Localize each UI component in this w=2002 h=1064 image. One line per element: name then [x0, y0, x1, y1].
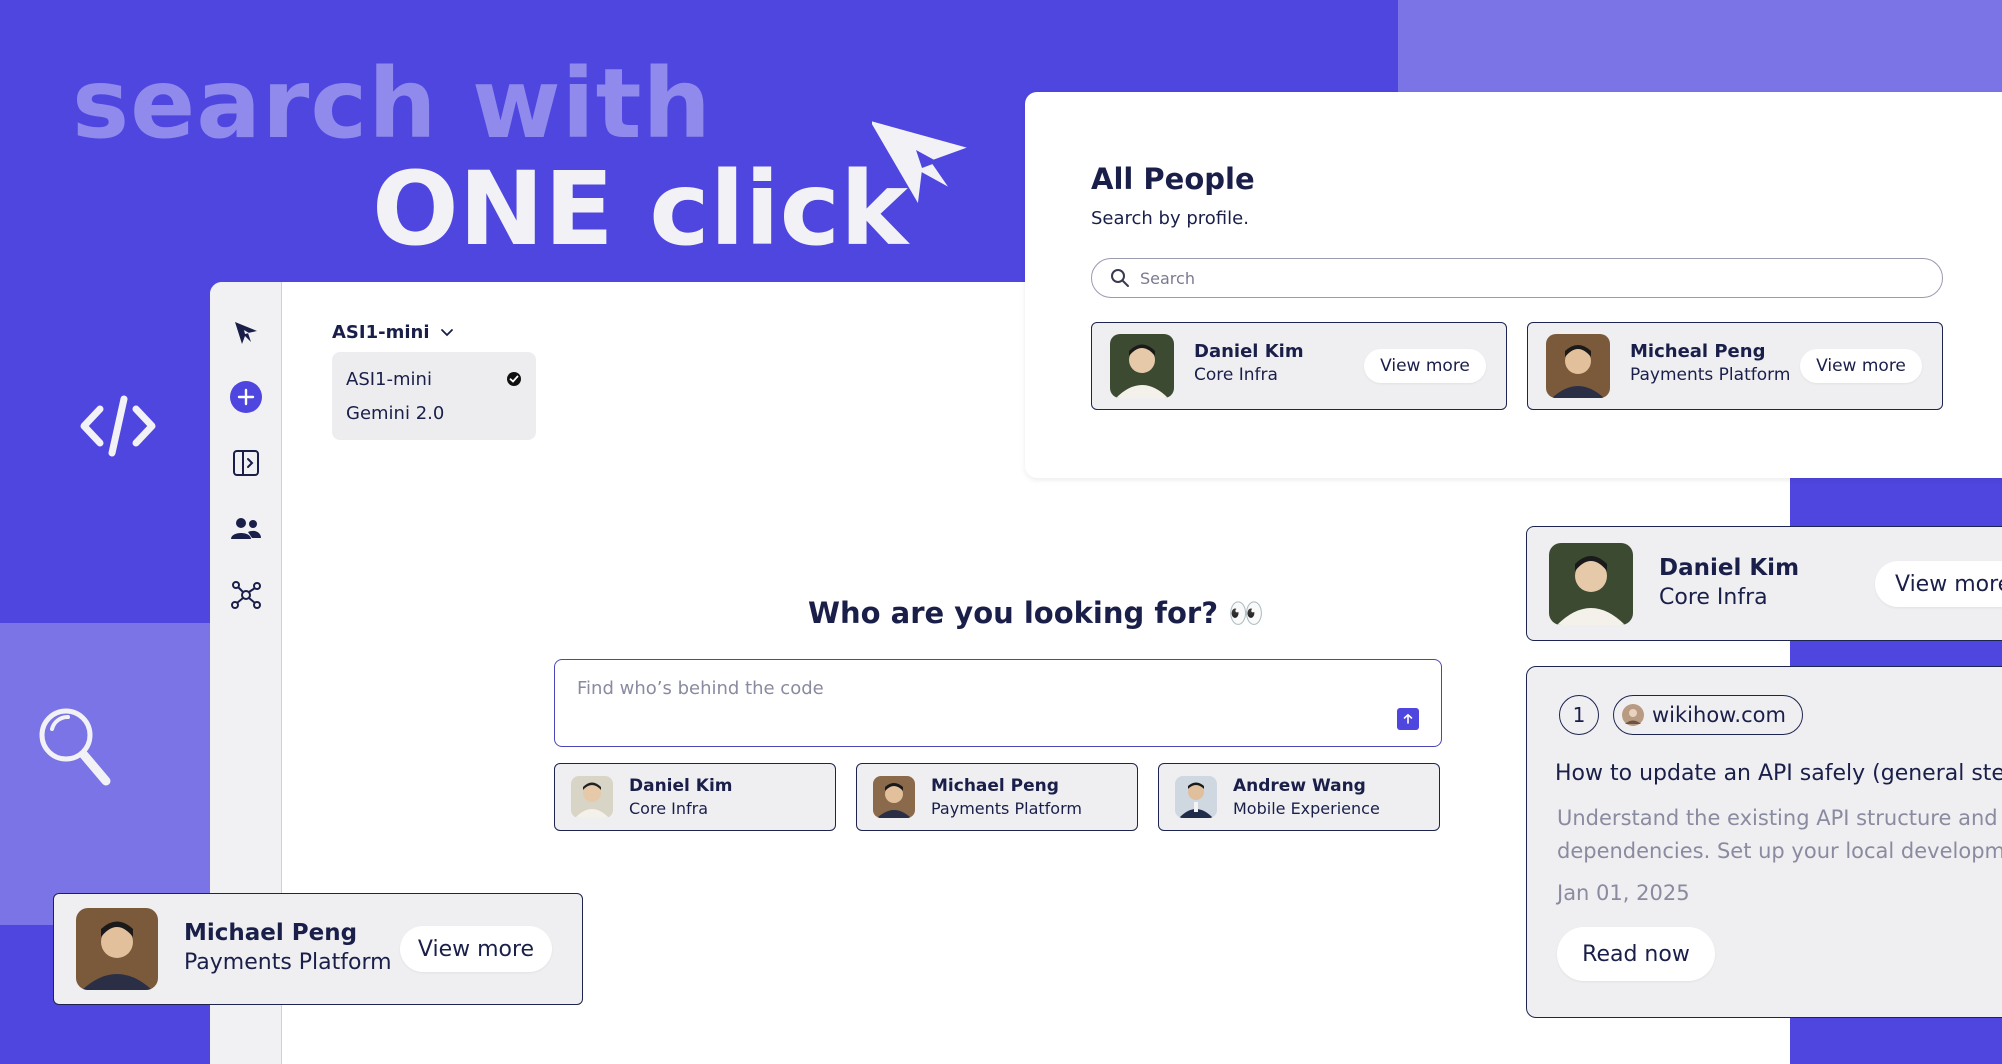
- person-name: Daniel Kim: [1659, 555, 1800, 581]
- result-title[interactable]: How to update an API safely (general ste…: [1555, 761, 2002, 786]
- code-icon: [80, 395, 156, 457]
- featured-person-card-left[interactable]: Michael Peng Payments Platform View more: [53, 893, 583, 1005]
- graph-button[interactable]: [229, 578, 263, 612]
- hero-line-1: search with: [72, 48, 712, 160]
- all-people-panel: All People Search by profile. Daniel Kim…: [1025, 92, 2002, 478]
- cursor-arrow-icon: [872, 120, 967, 203]
- model-option-gemini[interactable]: Gemini 2.0: [346, 396, 522, 430]
- check-circle-icon: [507, 372, 521, 386]
- suggestion-card[interactable]: Daniel Kim Core Infra: [554, 763, 836, 831]
- avatar: [1175, 776, 1217, 818]
- result-index: 1: [1559, 695, 1599, 735]
- source-domain: wikihow.com: [1652, 703, 1786, 727]
- plus-circle-icon: [230, 381, 262, 413]
- query-input[interactable]: [577, 678, 1357, 699]
- avatar: [1110, 334, 1174, 398]
- home-logo-button[interactable]: [229, 316, 263, 350]
- model-option-label: ASI1-mini: [346, 368, 432, 390]
- suggestion-name: Michael Peng: [931, 776, 1059, 796]
- avatar: [1549, 543, 1633, 625]
- people-search-field: [1091, 258, 1943, 298]
- panel-toggle-icon: [233, 450, 259, 476]
- view-more-button[interactable]: View more: [1364, 349, 1486, 383]
- suggestion-team: Payments Platform: [931, 799, 1082, 818]
- search-icon: [1111, 269, 1129, 287]
- suggestion-team: Mobile Experience: [1233, 799, 1380, 818]
- view-more-button[interactable]: View more: [1800, 349, 1922, 383]
- background-block-top-right: [1398, 0, 2002, 92]
- model-option-asi1-mini[interactable]: ASI1-mini: [346, 362, 522, 396]
- person-card[interactable]: Daniel Kim Core Infra View more: [1091, 322, 1507, 410]
- send-button[interactable]: [1397, 708, 1419, 730]
- model-option-label: Gemini 2.0: [346, 402, 445, 424]
- model-dropdown-menu: ASI1-mini Gemini 2.0: [332, 352, 536, 440]
- avatar: [571, 776, 613, 818]
- person-name: Micheal Peng: [1630, 341, 1766, 362]
- hero-line-2: ONE click: [372, 150, 908, 269]
- panel-subtitle: Search by profile.: [1091, 208, 1249, 229]
- source-favicon: [1622, 704, 1644, 726]
- cursor-logo-icon: [235, 322, 257, 344]
- chevron-down-icon: [440, 328, 453, 336]
- result-date: Jan 01, 2025: [1557, 881, 1690, 905]
- toggle-panel-button[interactable]: [229, 446, 263, 480]
- view-more-button[interactable]: View more: [1875, 561, 2002, 607]
- eyes-emoji: 👀: [1228, 596, 1265, 630]
- search-result-card: 1 wikihow.com How to update an API safel…: [1526, 666, 2002, 1018]
- read-now-button[interactable]: Read now: [1557, 927, 1715, 981]
- result-snippet: Understand the existing API structure an…: [1557, 806, 2002, 863]
- person-team: Payments Platform: [184, 950, 392, 975]
- avatar: [1546, 334, 1610, 398]
- featured-person-card[interactable]: Daniel Kim Core Infra View more: [1526, 526, 2002, 641]
- panel-title: All People: [1091, 162, 1255, 196]
- suggestion-name: Andrew Wang: [1233, 776, 1366, 796]
- magnifier-icon: [39, 708, 111, 786]
- new-chat-button[interactable]: [229, 380, 263, 414]
- main-question-text: Who are you looking for?: [808, 596, 1219, 630]
- arrow-up-icon: [1403, 713, 1413, 724]
- person-team: Payments Platform: [1630, 365, 1791, 385]
- people-button[interactable]: [229, 512, 263, 546]
- model-selector-label: ASI1-mini: [332, 322, 430, 343]
- person-card[interactable]: Micheal Peng Payments Platform View more: [1527, 322, 1943, 410]
- suggestion-card[interactable]: Michael Peng Payments Platform: [856, 763, 1138, 831]
- network-graph-icon: [231, 581, 261, 609]
- suggestion-team: Core Infra: [629, 799, 708, 818]
- view-more-button[interactable]: View more: [400, 926, 552, 972]
- avatar: [873, 776, 915, 818]
- person-team: Core Infra: [1659, 585, 1768, 610]
- query-box: [554, 659, 1442, 747]
- person-name: Daniel Kim: [1194, 341, 1304, 362]
- suggestion-name: Daniel Kim: [629, 776, 733, 796]
- people-search-input[interactable]: [1140, 268, 1900, 288]
- person-name: Michael Peng: [184, 920, 358, 946]
- person-team: Core Infra: [1194, 365, 1278, 385]
- source-link[interactable]: wikihow.com: [1613, 695, 1803, 735]
- model-selector[interactable]: ASI1-mini: [332, 322, 454, 343]
- people-icon: [231, 518, 261, 539]
- suggestion-card[interactable]: Andrew Wang Mobile Experience: [1158, 763, 1440, 831]
- main-question: Who are you looking for? 👀: [808, 596, 1264, 631]
- avatar: [76, 908, 158, 990]
